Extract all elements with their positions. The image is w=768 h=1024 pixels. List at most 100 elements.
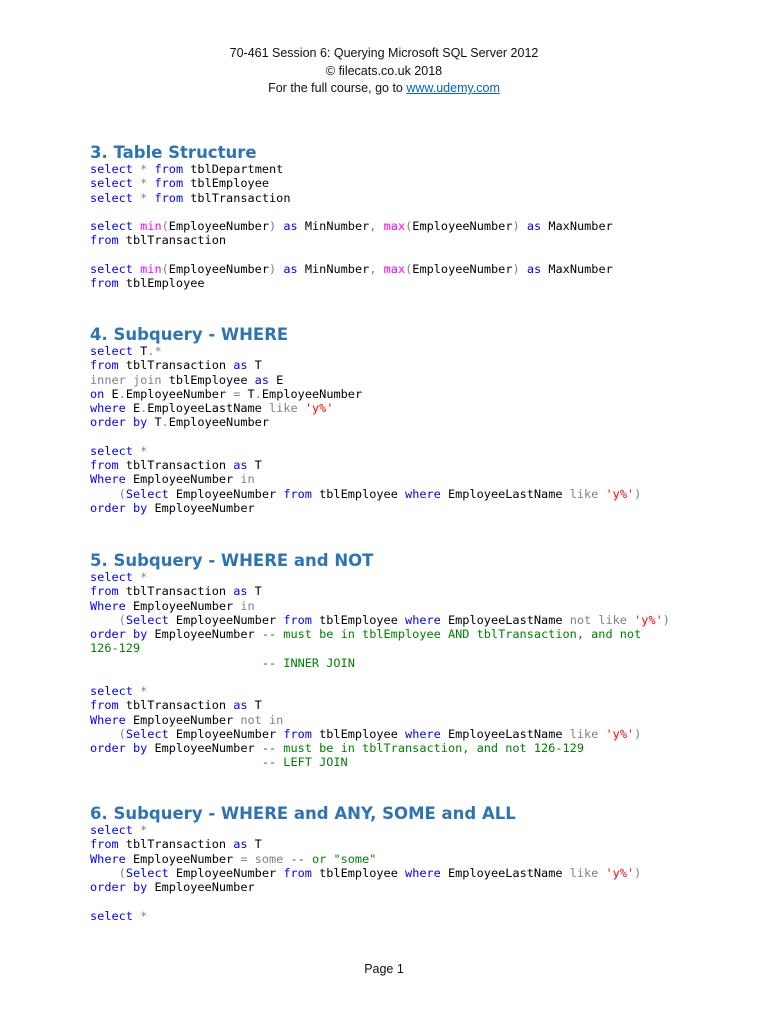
code-token: tblEmployee [311,486,406,501]
code-line: Where EmployeeNumber not in [90,713,670,727]
code-line: Where EmployeeNumber = some -- or "some" [90,852,641,866]
code-token: * [140,443,148,458]
code-token: -- must be in tblTransaction, and not 12… [261,741,584,755]
code-token: Where [90,851,126,866]
code-token: = [240,851,248,866]
code-line: (Select EmployeeNumber from tblEmployee … [90,865,642,880]
code-token: -- INNER JOIN [261,655,355,670]
code-token: .* [147,344,162,358]
code-token: from [90,584,119,599]
code-token: tblEmployee [311,865,406,880]
code-token: from [90,276,119,290]
code-line: order by EmployeeNumber -- must be in tb… [90,741,670,755]
code-token: like [569,726,599,741]
section-subquery-where: 4. Subquery - WHERE select T.* from tblTra… [90,325,641,515]
code-token: MaxNumber [541,219,613,233]
code-token: T [247,458,262,472]
code-token: T [247,837,262,852]
code-token: . [161,415,169,430]
header-title: 70-461 Session 6: Querying Microsoft SQL… [229,46,539,60]
section-subquery-any-some-all: 6. Subquery - WHERE and ANY, SOME and AL… [90,804,641,923]
code-line: (Select EmployeeNumber from tblEmployee … [90,727,670,741]
code-token: from [154,190,184,205]
code-line: select * [90,444,641,458]
code-token: select [90,261,133,276]
code-line: (Select EmployeeNumber from tblEmployee … [90,613,670,627]
code-line: 126-129 [90,641,670,655]
code-token: select [90,908,133,923]
code-token: E [125,401,141,415]
code-token: not like [569,612,627,627]
code-token: order by [90,741,148,755]
code-token: as [233,698,248,713]
code-token: EmployeeLastName [147,401,269,415]
code-token: select [90,344,133,358]
code-token: select [90,219,133,233]
code-token: EmployeeNumber [147,627,262,641]
code-token: as [233,358,248,373]
code-token: max [383,261,406,276]
code-token: as [526,219,542,233]
code-token: max [383,219,406,233]
code-token: Select [125,612,169,627]
code-token: ( [118,612,126,627]
code-line: order by EmployeeNumber [90,880,641,894]
code-line: from tblTransaction as T [90,458,641,472]
code-token: tblTransaction [118,458,234,472]
code-token: ) [634,486,642,501]
code-token: Select [125,865,169,880]
code-line: Where EmployeeNumber in [90,599,670,613]
code-token: EmployeeNumber [168,486,284,501]
code-line: order by T.EmployeeNumber [90,415,641,429]
code-token: inner join [90,372,162,387]
udemy-link[interactable]: www.udemy.com [406,81,500,95]
code-token: order by [90,627,148,641]
sql-code-block: select T.* from tblTransaction as Tinner … [90,344,641,515]
page-number: Page 1 [364,962,404,976]
code-token: EmployeeNumber [261,386,363,401]
code-token: EmployeeNumber [168,219,270,233]
code-token: where [90,401,126,415]
code-line: select * from tblDepartment [90,162,613,176]
code-token: -- LEFT JOIN [261,755,348,770]
code-token: * [140,908,148,923]
code-line: where E.EmployeeLastName like 'y%' [90,401,641,415]
code-token: EmployeeLastName [440,486,570,501]
code-token: T [132,344,148,358]
code-token: like [569,486,599,501]
code-line: -- INNER JOIN [90,656,670,670]
section-table-structure: 3. Table Structure select * from tblDepar… [90,143,613,290]
code-token: 'y%' [605,865,635,880]
code-token: in [240,472,255,487]
code-token: EmployeeNumber [125,386,234,401]
code-token: from [90,837,119,852]
code-token: from [154,176,184,191]
code-token: tblEmployee [118,276,205,290]
header-copyright: © filecats.co.uk 2018 [325,63,443,78]
code-token: tblTransaction [118,584,234,599]
code-token: where [405,726,441,741]
code-token: E [104,386,119,401]
code-line: select * [90,570,670,584]
section-heading: 3. Table Structure [90,143,257,162]
code-token: EmployeeLastName [440,726,570,741]
code-token: from [90,233,119,248]
code-token: as [254,372,269,387]
code-token: * [140,570,148,584]
code-token: * [140,823,148,837]
sql-code-block: select * from tblDepartment select * from… [90,162,613,290]
code-token: 'y%' [605,486,635,501]
code-token: from [90,698,119,713]
code-line: select T.* [90,344,641,358]
code-token: from [154,162,184,176]
code-token: from [283,865,312,880]
header-course-line: For the full course, go to www.udemy.com [0,80,768,98]
code-line: from tblEmployee [90,276,613,290]
